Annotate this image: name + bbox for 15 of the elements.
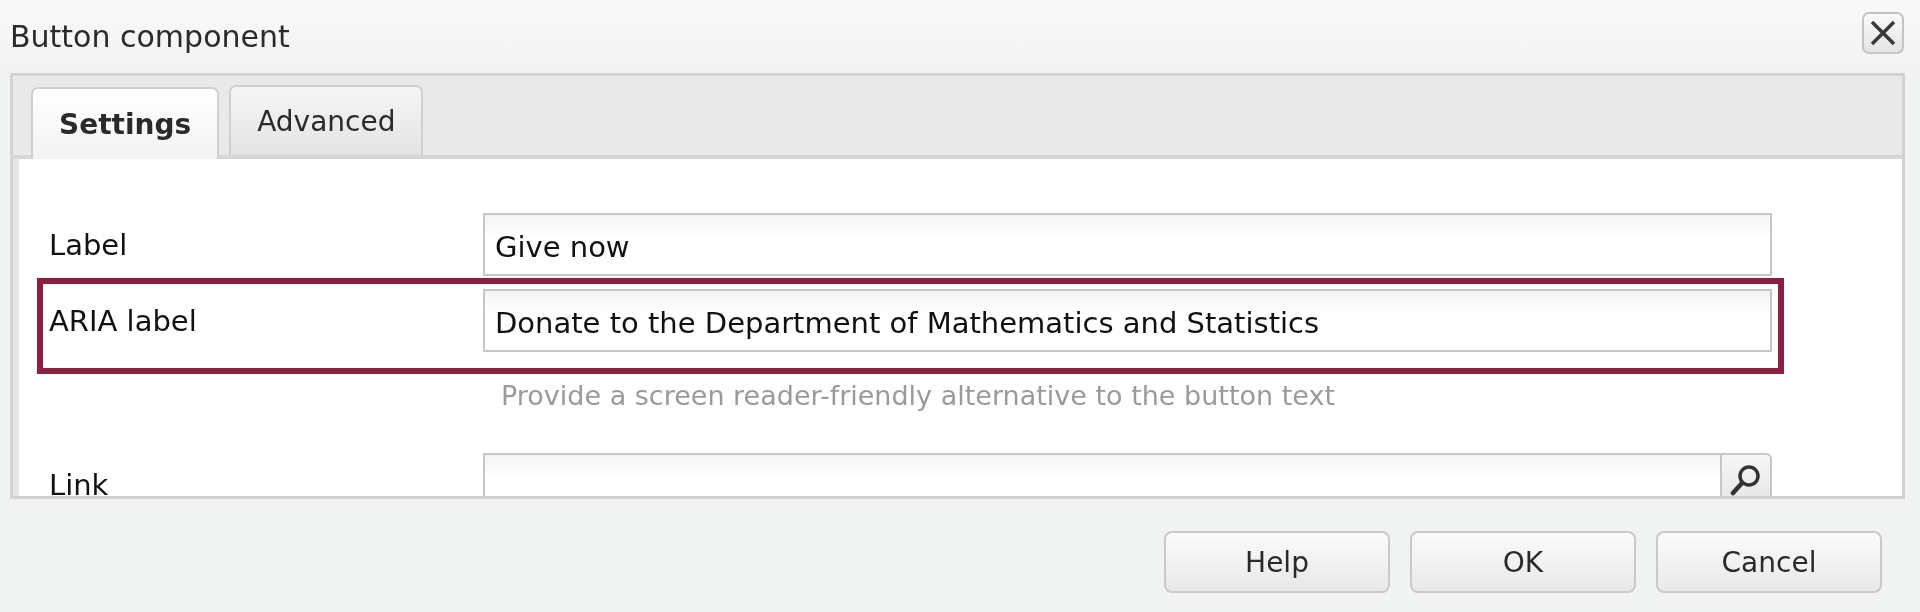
- window-title: Button component: [10, 19, 290, 54]
- text-field[interactable]: Give now: [483, 213, 1772, 276]
- dialog-button[interactable]: OK: [1410, 531, 1636, 593]
- close-button[interactable]: [1862, 11, 1904, 54]
- tab[interactable]: Settings: [31, 87, 220, 159]
- search-icon: [1729, 463, 1763, 496]
- close-icon: [1869, 18, 1897, 47]
- field-label: Label: [49, 227, 129, 262]
- field-label: Link: [49, 467, 110, 496]
- help-text: Provide a screen reader-friendly alternative to the button text: [501, 380, 1336, 411]
- dialog-button[interactable]: Help: [1164, 531, 1390, 593]
- field-label: ARIA label: [49, 303, 198, 338]
- text-field[interactable]: Donate to the Department of Mathematics and Statistics: [483, 289, 1772, 352]
- dialog-button[interactable]: Cancel: [1656, 531, 1882, 593]
- tab[interactable]: Advanced: [229, 85, 424, 155]
